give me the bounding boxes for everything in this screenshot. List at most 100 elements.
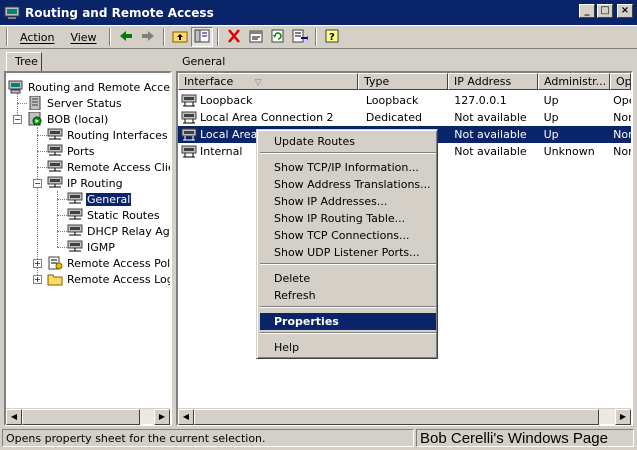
- cell-ip-address: 127.0.0.1: [454, 94, 507, 107]
- tab-tree-label: Tree: [15, 55, 38, 68]
- tree-pane[interactable]: Routing and Remote Access Server Status …: [4, 71, 172, 426]
- tree-item-label: Ports: [67, 144, 95, 158]
- export-list-icon: [292, 29, 308, 46]
- delete-button[interactable]: [223, 27, 245, 47]
- tree-item-remote-access-clients[interactable]: Remote Access Clients: [47, 159, 170, 175]
- forward-button[interactable]: [137, 27, 159, 47]
- menu-item-show-tcp-connections[interactable]: Show TCP Connections...: [260, 227, 436, 244]
- expand-toggle[interactable]: +: [33, 275, 42, 284]
- show-hide-tree-button[interactable]: [190, 27, 213, 47]
- menu-item-help[interactable]: Help: [260, 339, 436, 356]
- scroll-left-button[interactable]: ◀: [6, 409, 22, 425]
- tree-item-general[interactable]: General: [67, 191, 132, 207]
- tree-item-label: Remote Access Logging: [67, 272, 170, 286]
- tree-item-remote-access-logging[interactable]: Remote Access Logging: [47, 271, 170, 287]
- menu-item-show-udp-listener-ports[interactable]: Show UDP Listener Ports...: [260, 244, 436, 261]
- refresh-button[interactable]: [267, 27, 289, 47]
- toolbar-grip: [6, 28, 8, 46]
- tree-item-routing-interfaces[interactable]: Routing Interfaces: [47, 127, 169, 143]
- menu-separator: [260, 152, 436, 154]
- tree-item-dhcp-relay-agent[interactable]: DHCP Relay Agent: [67, 223, 170, 239]
- tab-tree[interactable]: Tree: [6, 52, 42, 72]
- maximize-button[interactable]: □: [597, 4, 613, 18]
- minimize-button[interactable]: _: [579, 4, 595, 18]
- svg-text:?: ?: [329, 32, 335, 43]
- ip-routing-icon: [47, 176, 63, 190]
- tree-item-server-status[interactable]: Server Status: [27, 95, 123, 111]
- up-one-level-button[interactable]: [169, 27, 191, 47]
- console-tree: Routing and Remote Access Server Status …: [8, 77, 170, 407]
- toolbar-separator: [314, 28, 317, 46]
- export-list-button[interactable]: [289, 27, 311, 47]
- menu-item-show-ip-routing-table[interactable]: Show IP Routing Table...: [260, 210, 436, 227]
- menu-separator: [260, 306, 436, 308]
- toolbar-separator: [216, 28, 219, 46]
- policy-icon: [47, 256, 63, 270]
- tree-item-ip-routing[interactable]: IP Routing: [47, 175, 124, 191]
- tree-item-routing-and-remote-access[interactable]: Routing and Remote Access: [8, 79, 170, 95]
- tree-item-bob-local[interactable]: BOB (local): [27, 111, 109, 127]
- scroll-thumb[interactable]: [194, 409, 599, 425]
- tree-connector: [17, 103, 27, 104]
- tree-item-ports[interactable]: Ports: [47, 143, 96, 159]
- table-row[interactable]: Local Area Connection 2 Dedicated Not av…: [178, 109, 631, 126]
- expand-toggle[interactable]: +: [33, 259, 42, 268]
- scroll-right-button[interactable]: ▶: [615, 409, 631, 425]
- column-header-ip-address[interactable]: IP Address: [448, 73, 538, 90]
- menu-item-show-address-translations[interactable]: Show Address Translations...: [260, 176, 436, 193]
- scroll-right-button[interactable]: ▶: [154, 409, 170, 425]
- cell-oper-status: Nor: [613, 145, 632, 158]
- cell-admin-status: Up: [543, 111, 559, 124]
- menu-separator: [260, 332, 436, 334]
- general-node-icon: [67, 192, 83, 206]
- column-header-operational-status[interactable]: Ope: [610, 73, 631, 90]
- menu-item-show-ip-addresses[interactable]: Show IP Addresses...: [260, 193, 436, 210]
- view-menu[interactable]: View: [62, 31, 104, 44]
- menu-item-delete[interactable]: Delete: [260, 270, 436, 287]
- table-row[interactable]: Loopback Loopback 127.0.0.1 Up Ope: [178, 92, 631, 109]
- tree-connector: [57, 215, 67, 216]
- routing-app-icon: [4, 5, 20, 21]
- action-menu[interactable]: Action: [12, 31, 62, 44]
- window-title: Routing and Remote Access: [25, 5, 214, 20]
- menu-item-show-tcpip-information[interactable]: Show TCP/IP Information...: [260, 159, 436, 176]
- network-interface-icon: [181, 128, 197, 142]
- column-header-administrative-status[interactable]: Administr...: [538, 73, 610, 90]
- menu-item-refresh[interactable]: Refresh: [260, 287, 436, 304]
- column-header-type[interactable]: Type: [358, 73, 448, 90]
- close-button[interactable]: ×: [617, 4, 633, 18]
- cell-ip-address: Not available: [454, 128, 527, 141]
- column-header-interface[interactable]: Interface ▽: [178, 73, 358, 90]
- collapse-toggle[interactable]: −: [13, 115, 22, 124]
- scroll-left-button[interactable]: ◀: [178, 409, 194, 425]
- cell-ip-address: Not available: [454, 111, 527, 124]
- cell-admin-status: Unknown: [543, 145, 595, 158]
- cell-oper-status: Nor: [613, 111, 632, 124]
- tree-connector: [37, 151, 47, 152]
- server-computer-icon: [8, 80, 24, 94]
- tree-item-label: Routing and Remote Access: [28, 80, 170, 94]
- list-header: Interface ▽ Type IP Address Administr...…: [178, 73, 631, 90]
- properties-button[interactable]: [245, 27, 267, 47]
- back-button[interactable]: [115, 27, 137, 47]
- delete-icon: [226, 28, 242, 46]
- action-menu-label: Action: [20, 30, 55, 44]
- cell-admin-status: Up: [543, 128, 559, 141]
- column-label: Ope: [616, 75, 631, 88]
- tree-item-label: Remote Access Policies: [67, 256, 170, 270]
- tree-item-static-routes[interactable]: Static Routes: [67, 207, 161, 223]
- tree-horizontal-scrollbar[interactable]: ◀ ▶: [6, 408, 170, 425]
- tree-item-remote-access-policies[interactable]: Remote Access Policies: [47, 255, 170, 271]
- toolbar-separator: [162, 28, 165, 46]
- list-horizontal-scrollbar[interactable]: ◀ ▶: [178, 408, 631, 425]
- menu-item-update-routes[interactable]: Update Routes: [260, 133, 436, 150]
- help-icon: ?: [324, 29, 340, 46]
- cell-ip-address: Not available: [454, 145, 527, 158]
- title-bar[interactable]: Routing and Remote Access _ □ ×: [0, 0, 637, 25]
- scroll-thumb[interactable]: [22, 409, 140, 425]
- cell-interface: Loopback: [200, 94, 253, 107]
- menu-item-properties[interactable]: Properties: [260, 313, 436, 330]
- tree-item-igmp[interactable]: IGMP: [67, 239, 116, 255]
- collapse-toggle[interactable]: −: [33, 179, 42, 188]
- help-button[interactable]: ?: [321, 27, 343, 47]
